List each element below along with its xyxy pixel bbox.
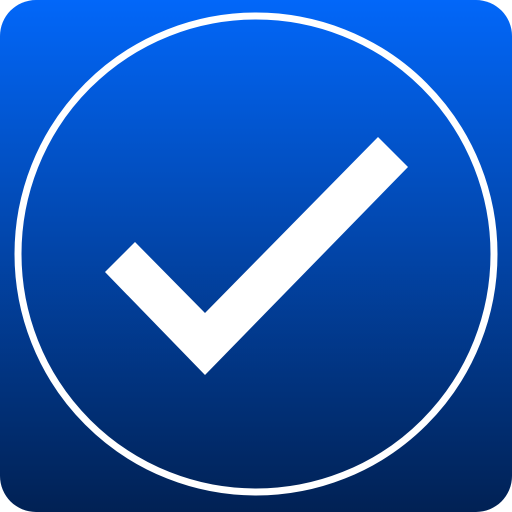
icon-background xyxy=(0,0,512,512)
checkmark-icon-graphic xyxy=(0,0,512,512)
app-icon-tile xyxy=(0,0,512,512)
